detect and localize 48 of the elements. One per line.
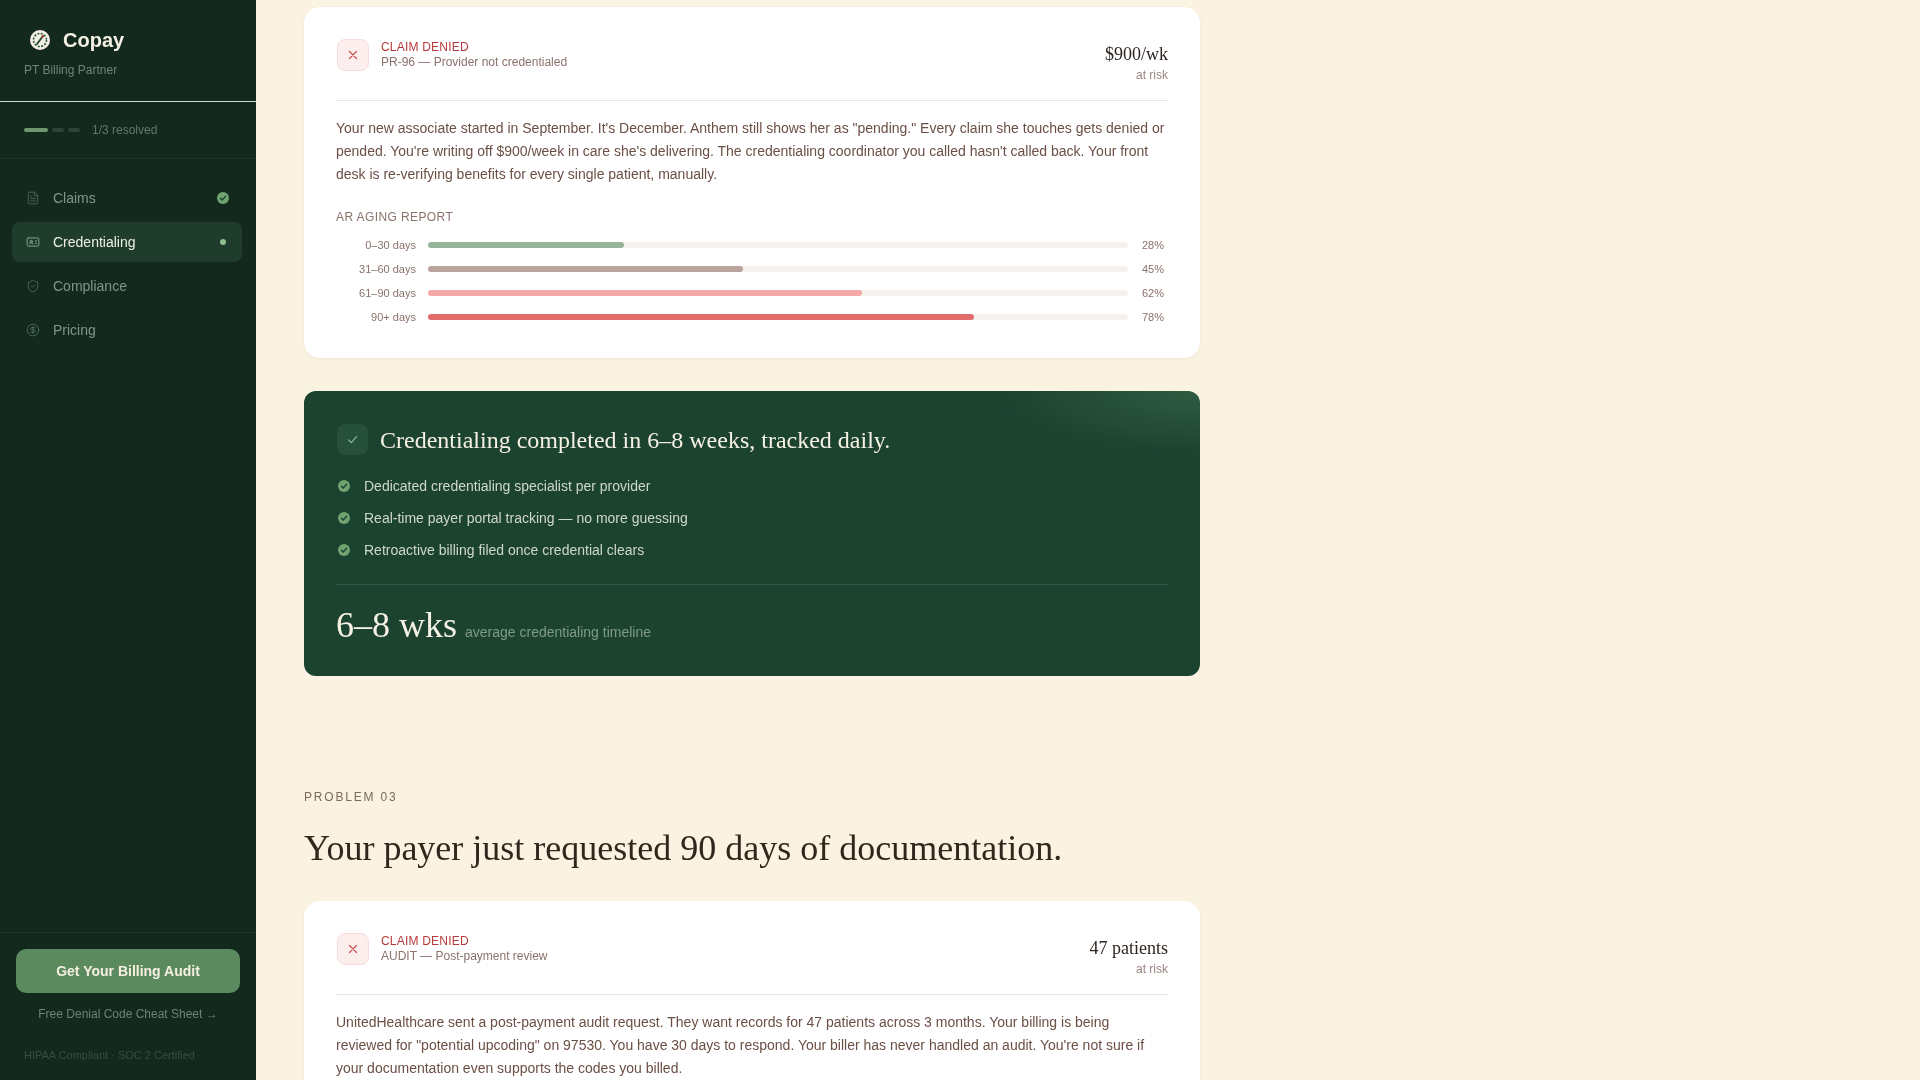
nav-item[interactable]: Pricing	[12, 310, 242, 350]
solution-title: Credentialing completed in 6–8 weeks, tracked daily.	[380, 425, 891, 455]
nav-item[interactable]: Credentialing	[12, 222, 242, 262]
timeline-stat: 6–8 wks	[336, 604, 457, 647]
amount-at-risk: $900/wk	[1105, 43, 1168, 65]
check-circle-icon	[338, 512, 350, 524]
timeline-note: average credentialing timeline	[465, 624, 651, 640]
aging-label: 90+ days	[370, 311, 416, 323]
claim-description: Your new associate started in September. It's December. Anthem still shows her as "pending." Every claim she touches gets denied or pended. You're writing off $900/week in care she's delivering. The credentialing coordinator you called hasn't called back. Your front desk is re-verifying benefits for every single patient, manually.	[336, 119, 1166, 184]
progress-label: 1/3 resolved	[92, 123, 158, 137]
document-icon	[26, 191, 40, 205]
report-title: AR AGING REPORT	[336, 209, 455, 225]
nav-item[interactable]: Compliance	[12, 266, 242, 306]
denied-x-icon	[337, 933, 369, 965]
claim-status: CLAIM DENIED	[381, 934, 470, 949]
claim-description: UnitedHealthcare sent a post-payment audit request. They want records for 47 patients across 3 months. Your billing is being reviewed for "potential upcoding" on 97530. You have 30 days to respond. Your biller has never handled an audit. You're not sure if your documentation even supports the codes you billed.	[336, 1013, 1146, 1078]
brand-name: Copay	[63, 28, 125, 52]
aging-percent: 78%	[1140, 311, 1164, 323]
aging-label: 61–90 days	[358, 287, 416, 299]
check-circle-icon	[338, 480, 350, 492]
logo-icon	[30, 30, 50, 50]
shield-check-icon	[26, 279, 40, 293]
amount-note: at risk	[1136, 962, 1168, 977]
active-dot-icon	[220, 239, 226, 245]
denied-x-icon	[337, 39, 369, 71]
aging-label: 0–30 days	[364, 239, 416, 251]
aging-percent: 62%	[1140, 287, 1164, 299]
billing-audit-button[interactable]: Get Your Billing Audit	[16, 949, 240, 993]
solution-point: Retroactive billing filed once credential clears	[364, 542, 645, 558]
problem-heading: Your payer just requested 90 days of documentation.	[304, 827, 1064, 870]
amount-at-risk: 47 patients	[1089, 937, 1168, 959]
check-icon	[337, 424, 368, 455]
dollar-circle-icon	[26, 323, 40, 337]
denial-code: AUDIT — Post-payment review	[381, 949, 548, 964]
cheat-sheet-link[interactable]: Free Denial Code Cheat Sheet →	[38, 1006, 218, 1022]
aging-percent: 45%	[1140, 263, 1164, 275]
id-card-icon	[26, 235, 40, 249]
brand-tagline: PT Billing Partner	[24, 63, 119, 78]
amount-note: at risk	[1136, 68, 1168, 83]
problem-eyebrow: PROBLEM 03	[304, 789, 399, 805]
denial-code: PR-96 — Provider not credentialed	[381, 55, 568, 70]
claim-status: CLAIM DENIED	[381, 40, 470, 55]
aging-label: 31–60 days	[358, 263, 416, 275]
check-circle-icon	[338, 544, 350, 556]
solution-point: Real-time payer portal tracking — no more guessing	[364, 510, 688, 526]
nav-item[interactable]: Claims	[12, 178, 242, 218]
aging-percent: 28%	[1140, 239, 1164, 251]
solution-point: Dedicated credentialing specialist per provider	[364, 478, 651, 494]
